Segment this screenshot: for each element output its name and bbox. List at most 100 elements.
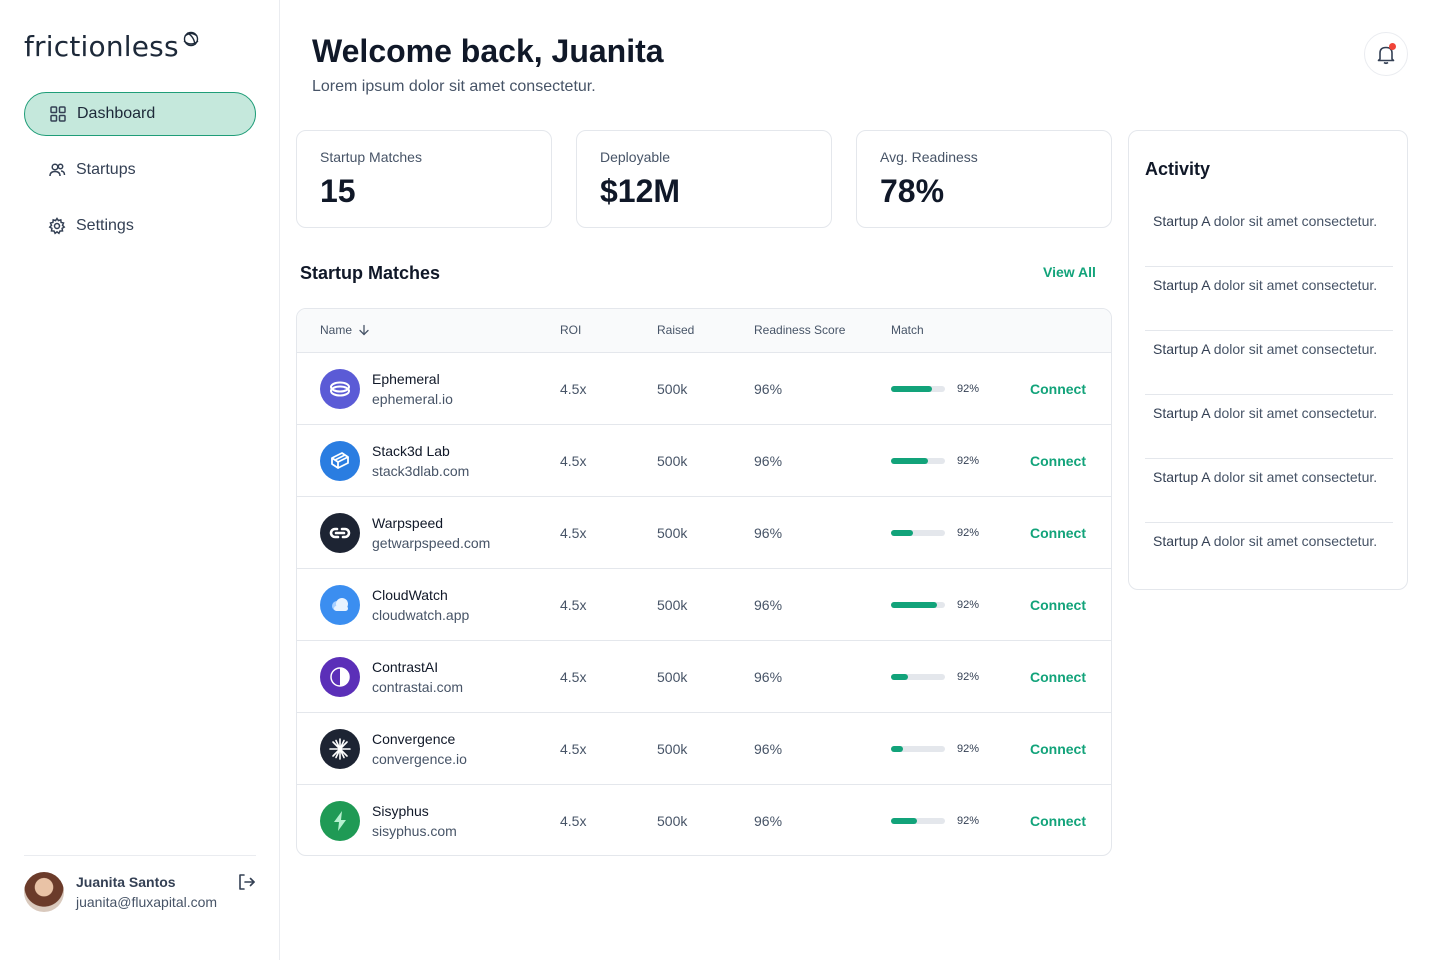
connect-button[interactable]: Connect: [1030, 453, 1086, 469]
match-progress-fill: [891, 674, 909, 680]
activity-item[interactable]: Startup A dolor sit amet consectetur.: [1145, 267, 1393, 331]
activity-text: dolor sit amet consectetur.: [1209, 469, 1378, 485]
stat-value: 15: [320, 173, 356, 209]
table-row: Sisyphus sisyphus.com 4.5x 500k 96% 92% Connec…: [297, 785, 1111, 855]
column-header-readiness[interactable]: Readiness Score: [754, 323, 845, 337]
startup-url: getwarpspeed.com: [372, 535, 491, 551]
stat-label: Startup Matches: [320, 149, 422, 165]
startup-name[interactable]: Stack3d Lab: [372, 443, 450, 459]
connect-button[interactable]: Connect: [1030, 381, 1086, 397]
match-progress-fill: [891, 458, 928, 464]
raised-value: 500k: [657, 813, 688, 829]
startup-name[interactable]: Ephemeral: [372, 371, 440, 387]
view-all-link[interactable]: View All: [1043, 264, 1096, 280]
startup-logo: [320, 441, 360, 481]
activity-subject: Startup A: [1153, 405, 1210, 421]
startup-url: ephemeral.io: [372, 391, 453, 407]
match-progress-bar: [891, 602, 945, 608]
roi-value: 4.5x: [560, 813, 587, 829]
brand-name: frictionless: [24, 30, 179, 63]
stat-value: 78%: [880, 173, 945, 209]
startup-logo: [320, 801, 360, 841]
avatar[interactable]: [24, 872, 64, 912]
connect-button[interactable]: Connect: [1030, 669, 1086, 685]
nav-item-settings[interactable]: Settings: [24, 204, 256, 248]
nav-label-dashboard: Dashboard: [77, 105, 156, 122]
startup-url: convergence.io: [372, 751, 467, 767]
match-progress-fill: [891, 386, 932, 392]
activity-panel: Activity Startup A dolor sit amet consec…: [1128, 130, 1408, 590]
startup-logo: [320, 657, 360, 697]
match-progress-bar: [891, 386, 945, 392]
match-value: 92%: [957, 383, 980, 395]
startup-logo: [320, 369, 360, 409]
gear-icon: [48, 217, 66, 235]
link-icon: [327, 520, 353, 546]
activity-subject: Startup A: [1153, 533, 1210, 549]
column-header-roi[interactable]: ROI: [560, 323, 581, 337]
table-row: Convergence convergence.io 4.5x 500k 96% 92% C…: [297, 713, 1111, 785]
startup-url: cloudwatch.app: [372, 607, 470, 623]
table-row: Stack3d Lab stack3dlab.com 4.5x 500k 96% 92% C…: [297, 425, 1111, 497]
connect-button[interactable]: Connect: [1030, 741, 1086, 757]
activity-text: dolor sit amet consectetur.: [1209, 405, 1378, 421]
column-header-match[interactable]: Match: [891, 323, 924, 337]
column-header-raised[interactable]: Raised: [657, 323, 694, 337]
activity-subject: Startup A: [1153, 469, 1210, 485]
column-header-name[interactable]: Name: [320, 323, 370, 337]
users-icon: [48, 161, 66, 179]
activity-item[interactable]: Startup A dolor sit amet consectetur.: [1145, 523, 1393, 587]
user-profile: Juanita Santos juanita@fluxapital.com: [24, 855, 256, 912]
notifications-button[interactable]: [1364, 32, 1408, 76]
match-value: 92%: [957, 743, 980, 755]
activity-item[interactable]: Startup A dolor sit amet consectetur.: [1145, 459, 1393, 523]
activity-subject: Startup A: [1153, 277, 1210, 293]
stat-label: Avg. Readiness: [880, 149, 978, 165]
readiness-value: 96%: [754, 525, 783, 541]
logout-icon[interactable]: [236, 872, 256, 892]
startup-name[interactable]: Convergence: [372, 731, 455, 747]
activity-subject: Startup A: [1153, 213, 1210, 229]
table-row: CloudWatch cloudwatch.app 4.5x 500k 96% 92% Co…: [297, 569, 1111, 641]
table-header: Name ROI Raised Readiness Score Match: [297, 309, 1111, 353]
readiness-value: 96%: [754, 813, 783, 829]
match-value: 92%: [957, 815, 980, 827]
startup-name[interactable]: Sisyphus: [372, 803, 429, 819]
activity-item[interactable]: Startup A dolor sit amet consectetur.: [1145, 395, 1393, 459]
activity-text: dolor sit amet consectetur.: [1209, 277, 1378, 293]
raised-value: 500k: [657, 453, 688, 469]
arrow-down-icon: [359, 324, 369, 336]
nav-item-dashboard[interactable]: Dashboard: [24, 92, 256, 136]
startup-name[interactable]: Warpspeed: [372, 515, 443, 531]
table-row: Ephemeral ephemeral.io 4.5x 500k 96% 92% Conne…: [297, 353, 1111, 425]
roi-value: 4.5x: [560, 669, 587, 685]
match-progress-bar: [891, 530, 945, 536]
readiness-value: 96%: [754, 597, 783, 613]
stat-card-matches: Startup Matches 15: [296, 130, 552, 228]
startup-name[interactable]: ContrastAI: [372, 659, 438, 675]
spark-icon: [327, 736, 353, 762]
matches-table: Name ROI Raised Readiness Score Match Ep…: [296, 308, 1112, 856]
connect-button[interactable]: Connect: [1030, 597, 1086, 613]
table-row: ContrastAI contrastai.com 4.5x 500k 96% 92% Co…: [297, 641, 1111, 713]
nav-item-startups[interactable]: Startups: [24, 148, 256, 192]
activity-title: Activity: [1145, 159, 1211, 179]
connect-button[interactable]: Connect: [1030, 813, 1086, 829]
connect-button[interactable]: Connect: [1030, 525, 1086, 541]
raised-value: 500k: [657, 525, 688, 541]
brand-mark-icon: [183, 31, 199, 47]
column-label: Name: [320, 323, 353, 337]
nav-label-startups: Startups: [76, 161, 136, 178]
brand-logo[interactable]: frictionless: [24, 30, 202, 63]
stat-label: Deployable: [600, 149, 671, 165]
match-value: 92%: [957, 671, 980, 683]
match-progress-fill: [891, 746, 903, 752]
user-email: juanita@fluxapital.com: [76, 894, 218, 910]
startup-name[interactable]: CloudWatch: [372, 587, 448, 603]
startup-url: contrastai.com: [372, 679, 464, 695]
activity-text: dolor sit amet consectetur.: [1209, 341, 1378, 357]
table-body: Ephemeral ephemeral.io 4.5x 500k 96% 92% Conne…: [297, 353, 1111, 855]
activity-item[interactable]: Startup A dolor sit amet consectetur.: [1145, 331, 1393, 395]
startup-url: sisyphus.com: [372, 823, 457, 839]
activity-item[interactable]: Startup A dolor sit amet consectetur.: [1145, 203, 1393, 267]
